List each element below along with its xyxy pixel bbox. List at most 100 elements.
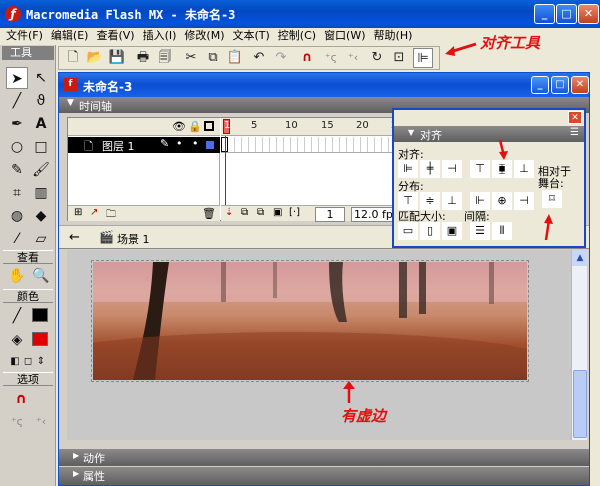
align-vcenter-icon[interactable]: ⧯ (492, 160, 512, 178)
menu-file[interactable]: 文件(F) (2, 28, 47, 44)
properties-panel-header[interactable]: ▶ 属性 (59, 467, 589, 485)
menu-help[interactable]: 帮助(H) (370, 28, 417, 44)
dashed-edge-arrow-icon (341, 381, 361, 405)
maximize-button[interactable]: □ (556, 4, 577, 24)
pencil-tool-icon[interactable]: ✎ (6, 159, 28, 181)
stage-image[interactable] (91, 260, 529, 382)
match-both-icon[interactable]: ▣ (442, 222, 462, 240)
distribute-hcenter-icon[interactable]: ⊕ (492, 192, 512, 210)
minimize-button[interactable]: _ (534, 4, 555, 24)
onion-skin-icon[interactable]: ⧉ (241, 207, 248, 218)
pen-tool-icon[interactable]: ✒ (6, 113, 28, 135)
space-horizontal-icon[interactable]: ⦀ (492, 222, 512, 240)
edit-multiple-icon[interactable]: ▣ (273, 207, 282, 218)
straighten-option-icon[interactable]: ⁺‹ (30, 411, 52, 433)
outline-icon[interactable] (204, 121, 214, 131)
eraser-tool-icon[interactable]: ▱ (30, 228, 52, 250)
menu-view[interactable]: 查看(V) (92, 28, 138, 44)
paste-icon[interactable]: 📋 (225, 48, 245, 68)
align-right-icon[interactable]: ⊣ (442, 160, 462, 178)
align-top-icon[interactable]: ⊤ (470, 160, 490, 178)
print-preview-icon[interactable]: 🗐 (155, 48, 175, 68)
close-button[interactable]: ✕ (578, 4, 599, 24)
vertical-scrollbar[interactable]: ▲ (571, 250, 588, 440)
layer-visible-dot[interactable]: • (176, 137, 183, 150)
space-vertical-icon[interactable]: ☰ (470, 222, 490, 240)
print-icon[interactable]: 🖶 (133, 48, 153, 68)
paint-bucket-tool-icon[interactable]: ◆ (30, 205, 52, 227)
document-minimize-button[interactable]: _ (531, 76, 549, 94)
hand-tool-icon[interactable]: ✋ (6, 265, 28, 287)
zoom-tool-icon[interactable]: 🔍 (30, 265, 52, 287)
menu-text[interactable]: 文本(T) (228, 28, 273, 44)
lock-icon[interactable]: 🔒 (188, 120, 202, 133)
align-panel-close-button[interactable]: ✕ (568, 111, 582, 124)
menu-edit[interactable]: 编辑(E) (47, 28, 93, 44)
add-folder-icon[interactable]: 🗀 (106, 207, 116, 224)
smooth-option-icon[interactable]: ⁺ς (6, 411, 28, 433)
layer-row[interactable]: 🗋 图层 1 ✎ • • (68, 137, 220, 153)
ink-bottle-tool-icon[interactable]: ◍ (6, 205, 28, 227)
match-height-icon[interactable]: ▯ (420, 222, 440, 240)
subselect-tool-icon[interactable]: ↖ (30, 67, 52, 89)
menu-insert[interactable]: 插入(I) (139, 28, 181, 44)
redo-icon[interactable]: ↷ (271, 48, 291, 68)
align-hcenter-icon[interactable]: ╪ (420, 160, 440, 178)
layer-outline-swatch[interactable] (206, 141, 214, 149)
brush-tool-icon[interactable]: 🖌 (30, 159, 52, 181)
menu-control[interactable]: 控制(C) (274, 28, 320, 44)
distribute-right-icon[interactable]: ⊣ (514, 192, 534, 210)
center-frame-icon[interactable]: ⇣ (225, 207, 233, 218)
main-toolbar: 🗋 📂 💾 🖶 🗐 ✂ ⧉ 📋 ↶ ↷ ∩ ⁺ς ⁺‹ ↻ ⊡ ⊫ (58, 46, 440, 70)
document-maximize-button[interactable]: □ (551, 76, 569, 94)
free-transform-tool-icon[interactable]: ⌗ (6, 182, 28, 204)
onion-outline-icon[interactable]: ⧉ (257, 207, 264, 218)
add-guide-layer-icon[interactable]: ↗ (90, 207, 98, 218)
eyedropper-tool-icon[interactable]: ⁄ (6, 228, 28, 250)
snap-to-objects-icon[interactable]: ∩ (297, 48, 317, 68)
playhead-line (225, 136, 226, 205)
scene-label[interactable]: 场景 1 (117, 231, 150, 247)
save-icon[interactable]: 💾 (107, 48, 127, 68)
menu-window[interactable]: 窗口(W) (320, 28, 369, 44)
eye-icon[interactable]: 👁 (172, 120, 186, 133)
onion-markers-icon[interactable]: [·] (289, 207, 300, 218)
align-tool-arrow-icon (442, 40, 478, 60)
back-arrow-icon[interactable]: ← (69, 230, 80, 245)
delete-layer-icon[interactable]: 🗑 (202, 207, 216, 220)
match-width-icon[interactable]: ▭ (398, 222, 418, 240)
open-folder-icon[interactable]: 📂 (85, 48, 105, 68)
stroke-color-swatch[interactable] (32, 308, 48, 322)
smooth-icon[interactable]: ⁺ς (321, 48, 341, 68)
scroll-thumb[interactable] (573, 370, 587, 438)
fill-color-swatch[interactable] (32, 332, 48, 346)
align-left-icon[interactable]: ⊫ (398, 160, 418, 178)
snap-magnet-icon[interactable]: ∩ (10, 388, 32, 410)
actions-panel-header[interactable]: ▶ 动作 (59, 449, 589, 466)
add-layer-icon[interactable]: ⊞ (74, 207, 82, 218)
scale-icon[interactable]: ⊡ (389, 48, 409, 68)
fill-transform-tool-icon[interactable]: ▥ (30, 182, 52, 204)
rotate-icon[interactable]: ↻ (367, 48, 387, 68)
cut-icon[interactable]: ✂ (181, 48, 201, 68)
layer-lock-dot[interactable]: • (192, 137, 199, 150)
scroll-up-arrow-icon[interactable]: ▲ (572, 250, 588, 266)
text-tool-icon[interactable]: A (30, 113, 52, 135)
lasso-tool-icon[interactable]: ϑ (30, 90, 52, 112)
new-file-icon[interactable]: 🗋 (63, 48, 83, 68)
oval-tool-icon[interactable]: ○ (6, 136, 28, 158)
menu-modify[interactable]: 修改(M) (180, 28, 228, 44)
undo-icon[interactable]: ↶ (249, 48, 269, 68)
align-tool-icon[interactable]: ⊫ (413, 48, 433, 68)
document-close-button[interactable]: ✕ (571, 76, 589, 94)
straighten-icon[interactable]: ⁺‹ (343, 48, 363, 68)
copy-icon[interactable]: ⧉ (203, 48, 223, 68)
relative-to-stage-button[interactable]: ⌑ (542, 190, 562, 208)
swap-colors-icon[interactable]: ⇕ (30, 351, 52, 373)
align-panel-header[interactable]: ▼ 对齐 ☰ (394, 126, 584, 142)
align-bottom-icon[interactable]: ⊥ (514, 160, 534, 178)
line-tool-icon[interactable]: ╱ (6, 90, 28, 112)
align-panel-menu-icon[interactable]: ☰ (570, 127, 579, 138)
rectangle-tool-icon[interactable]: □ (30, 136, 52, 158)
arrow-tool-icon[interactable]: ➤ (6, 67, 28, 89)
